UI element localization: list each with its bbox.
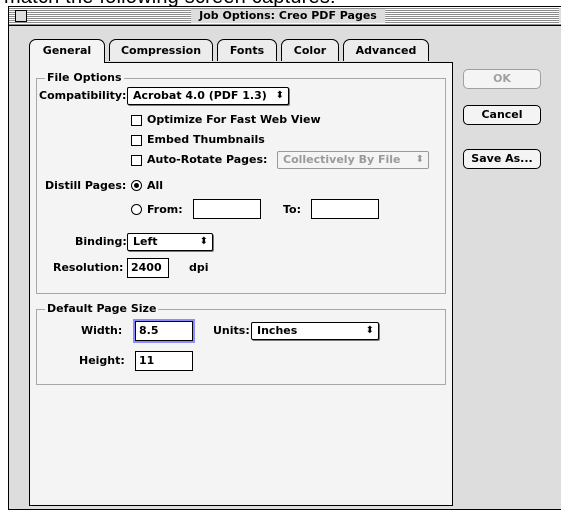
optimize-web-checkbox[interactable] [131, 115, 142, 126]
tab-compression[interactable]: Compression [109, 39, 213, 61]
auto-rotate-value: Collectively By File [283, 153, 401, 166]
tab-general[interactable]: General [29, 39, 105, 63]
popup-arrow-icon: ⬍ [275, 90, 284, 101]
width-label: Width: [81, 324, 123, 337]
compatibility-label: Compatibility: [39, 89, 127, 102]
embed-thumbnails-checkbox[interactable] [131, 135, 142, 146]
title-bar[interactable]: Job Options: Creo PDF Pages E [9, 7, 561, 26]
compatibility-value: Acrobat 4.0 (PDF 1.3) [133, 89, 267, 102]
ok-button[interactable]: OK [463, 69, 541, 89]
tab-color[interactable]: Color [281, 39, 339, 61]
general-panel: File Options Compatibility: Acrobat 4.0 … [29, 62, 453, 506]
units-popup[interactable]: Inches ⬍ [251, 322, 379, 340]
binding-value: Left [133, 235, 158, 248]
units-value: Inches [257, 324, 298, 337]
distill-all-radio[interactable] [131, 180, 142, 191]
popup-arrow-icon: ⬍ [199, 236, 208, 247]
resolution-field[interactable]: 2400 [127, 258, 169, 278]
distill-to-label: To: [283, 203, 301, 216]
height-field[interactable]: 11 [135, 351, 193, 371]
close-box-icon[interactable] [15, 10, 27, 22]
distill-to-field[interactable] [311, 199, 379, 219]
auto-rotate-label: Auto-Rotate Pages: [147, 153, 268, 166]
popup-arrow-icon: ⬍ [415, 154, 424, 165]
file-options-group: File Options Compatibility: Acrobat 4.0 … [36, 71, 446, 294]
resolution-unit: dpi [189, 261, 209, 274]
distill-pages-label: Distill Pages: [45, 179, 127, 192]
distill-from-label: From: [147, 203, 183, 216]
save-as-button[interactable]: Save As... [463, 149, 541, 169]
auto-rotate-popup[interactable]: Collectively By File ⬍ [277, 151, 429, 169]
units-label: Units: [213, 324, 250, 337]
file-options-label: File Options [45, 71, 124, 85]
tab-fonts[interactable]: Fonts [217, 39, 277, 61]
distill-from-field[interactable] [193, 199, 261, 219]
cancel-button[interactable]: Cancel [463, 105, 541, 125]
tab-advanced[interactable]: Advanced [343, 39, 429, 61]
height-label: Height: [79, 354, 125, 367]
resolution-label: Resolution: [53, 261, 124, 274]
window-title: Job Options: Creo PDF Pages [191, 9, 385, 23]
width-field[interactable]: 8.5 [133, 319, 195, 343]
binding-label: Binding: [75, 235, 127, 248]
distill-all-label: All [147, 179, 164, 192]
default-page-size-group: Default Page Size Width: 8.5 Units: Inch… [36, 302, 446, 385]
distill-from-radio[interactable] [131, 204, 142, 215]
job-options-dialog: Job Options: Creo PDF Pages E General Co… [8, 6, 561, 510]
compatibility-popup[interactable]: Acrobat 4.0 (PDF 1.3) ⬍ [127, 87, 289, 105]
embed-thumbnails-label: Embed Thumbnails [147, 133, 265, 146]
popup-arrow-icon: ⬍ [365, 325, 374, 336]
optimize-web-label: Optimize For Fast Web View [147, 113, 321, 126]
binding-popup[interactable]: Left ⬍ [127, 233, 213, 251]
auto-rotate-checkbox[interactable] [131, 155, 142, 166]
default-page-size-label: Default Page Size [45, 302, 159, 316]
